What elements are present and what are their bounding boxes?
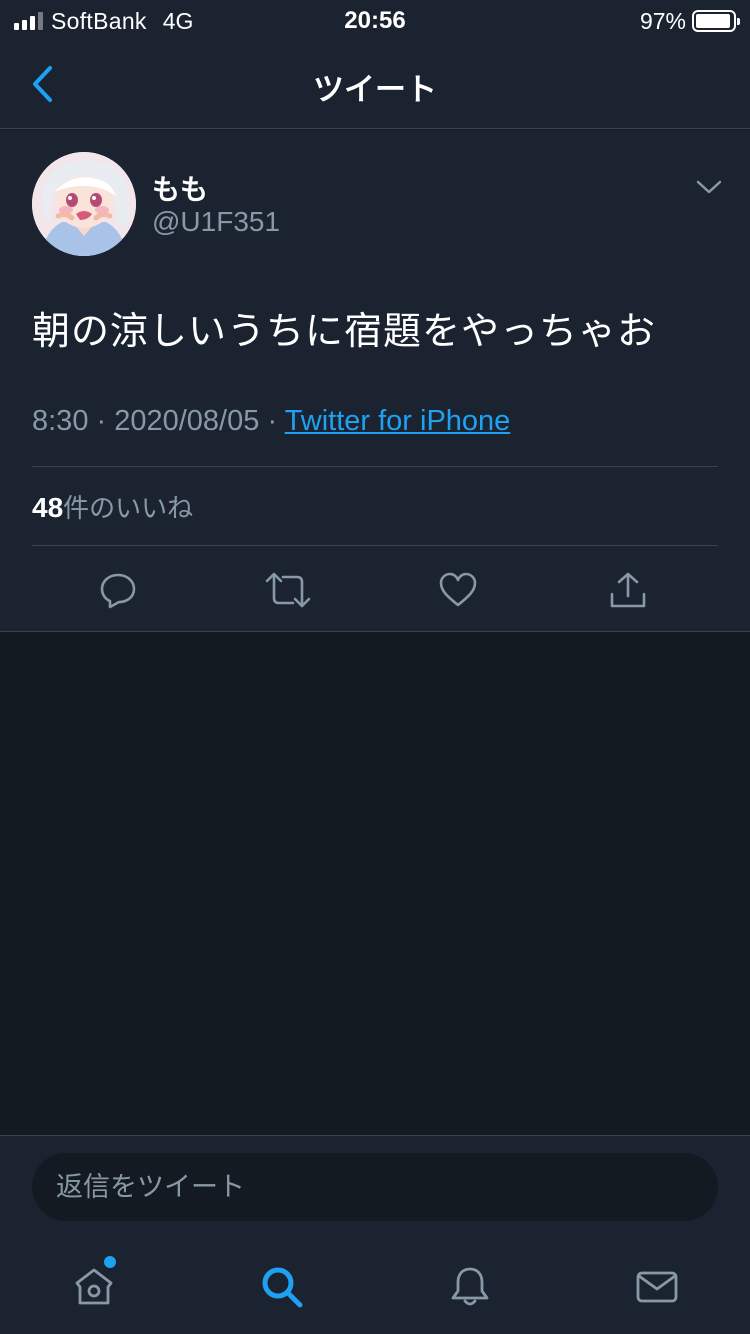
avatar[interactable] xyxy=(32,152,136,256)
tweet-detail: もも @U1F351 朝の涼しいうちに宿題をやっちゃお 8:30 · 2020/… xyxy=(0,130,750,632)
tweet-meta: 8:30 · 2020/08/05 · Twitter for iPhone xyxy=(32,405,510,438)
likes-count: 48 xyxy=(32,492,64,523)
like-icon xyxy=(439,572,477,607)
divider xyxy=(32,466,718,467)
page-title: ツイート xyxy=(313,72,437,108)
new-content-dot xyxy=(104,1256,116,1268)
messages-icon xyxy=(636,1271,678,1303)
retweet-button[interactable] xyxy=(258,566,318,614)
search-icon xyxy=(262,1267,303,1308)
tab-home[interactable] xyxy=(64,1261,124,1313)
battery-icon xyxy=(692,10,740,32)
home-icon xyxy=(75,1268,113,1305)
tweet-date: 2020/08/05 xyxy=(114,405,260,437)
chevron-down-icon xyxy=(696,180,722,194)
status-bar: SoftBank 4G 20:56 97% xyxy=(0,0,750,40)
meta-separator: · xyxy=(88,405,115,437)
tweet-text: 朝の涼しいうちに宿題をやっちゃお xyxy=(32,309,657,353)
likes-summary[interactable]: 48件のいいね xyxy=(32,488,193,525)
tweet-time: 8:30 xyxy=(32,405,89,437)
notifications-icon xyxy=(451,1267,489,1306)
retweet-icon xyxy=(265,572,311,608)
nav-bar: ツイート xyxy=(0,40,750,129)
like-button[interactable] xyxy=(428,566,488,614)
tab-notifications[interactable] xyxy=(440,1261,500,1313)
divider xyxy=(32,545,718,546)
tab-search[interactable] xyxy=(252,1261,312,1313)
tweet-menu-button[interactable] xyxy=(692,172,726,202)
bottom-bar xyxy=(0,1135,750,1334)
meta-separator: · xyxy=(259,405,285,437)
reply-input[interactable] xyxy=(32,1153,718,1221)
share-button[interactable] xyxy=(598,566,658,614)
tab-messages[interactable] xyxy=(627,1261,687,1313)
display-name[interactable]: もも xyxy=(152,168,208,208)
avatar-illustration xyxy=(32,152,136,256)
reply-icon xyxy=(100,573,136,609)
status-time: 20:56 xyxy=(344,7,406,34)
battery-percent: 97% xyxy=(639,7,686,34)
likes-label: 件のいいね xyxy=(63,494,194,524)
user-handle[interactable]: @U1F351 xyxy=(152,206,280,238)
tweet-source-link[interactable]: Twitter for iPhone xyxy=(285,405,511,437)
reply-button[interactable] xyxy=(88,566,148,614)
status-right: 97% xyxy=(639,7,740,34)
share-icon xyxy=(610,572,646,608)
